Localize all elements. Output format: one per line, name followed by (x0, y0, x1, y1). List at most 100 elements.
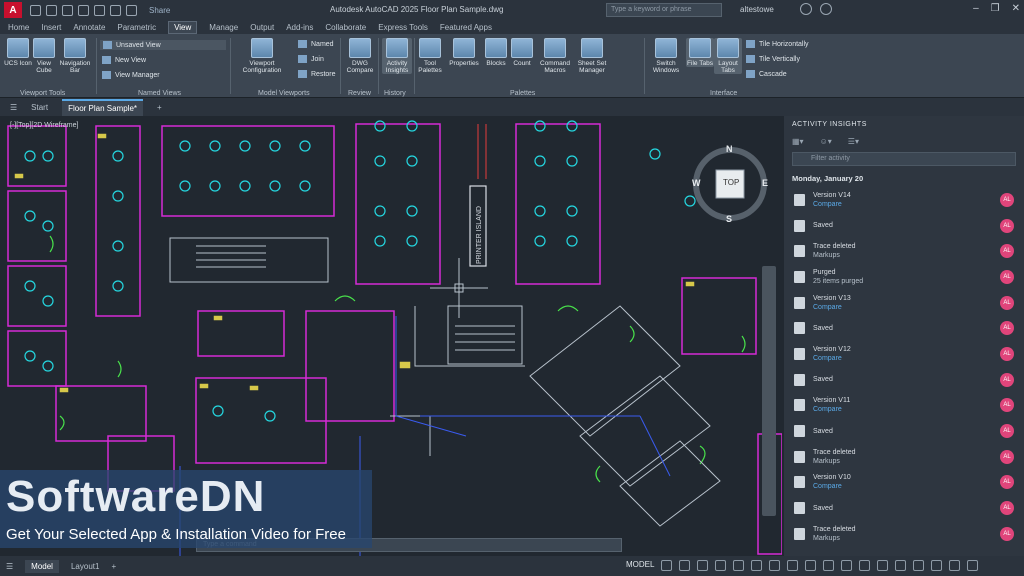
tile-vertically-button[interactable]: Tile Vertically (746, 55, 800, 63)
save-icon[interactable] (62, 4, 73, 16)
view-cube-top-label[interactable]: TOP (723, 178, 739, 187)
activity-insights-button[interactable]: Activity Insights (382, 38, 412, 74)
ribbon-tab-featured-apps[interactable]: Featured Apps (440, 23, 492, 32)
ribbon-tab-express-tools[interactable]: Express Tools (378, 23, 428, 32)
help-icon[interactable] (820, 3, 832, 15)
activity-entry[interactable]: Saved AL (784, 367, 1024, 393)
join-viewports-button[interactable]: Join (298, 55, 324, 63)
compass-east[interactable]: E (762, 178, 768, 188)
ribbon-tab-view[interactable]: View (168, 20, 198, 34)
add-layout-button[interactable]: + (111, 562, 116, 571)
minimize-icon[interactable]: – (973, 3, 979, 14)
ribbon-tab-output[interactable]: Output (250, 23, 274, 32)
activity-entry[interactable]: Trace deleted Markups AL (784, 521, 1024, 547)
list-view-icon[interactable]: ☰▾ (848, 137, 859, 146)
activity-entry[interactable]: Saved AL (784, 418, 1024, 444)
activity-subtitle[interactable]: Compare (813, 405, 850, 414)
activity-subtitle[interactable]: Compare (813, 303, 851, 312)
named-viewports-button[interactable]: Named (298, 40, 334, 48)
transparency-icon[interactable] (787, 560, 799, 571)
user-avatar[interactable]: AL (1000, 321, 1014, 336)
navigation-bar-button[interactable]: Navigation Bar (58, 38, 92, 74)
tab-layout1[interactable]: Layout1 (71, 562, 99, 571)
ribbon-tab-collaborate[interactable]: Collaborate (325, 23, 366, 32)
viewport-label[interactable]: [-][Top][2D Wireframe] (10, 122, 78, 129)
clean-screen-icon[interactable] (949, 560, 961, 571)
redo-icon[interactable] (126, 4, 137, 16)
ribbon-tab-parametric[interactable]: Parametric (117, 23, 156, 32)
open-file-icon[interactable] (46, 4, 57, 16)
activity-subtitle[interactable]: Compare (813, 354, 851, 363)
grid-icon[interactable] (661, 560, 673, 571)
restore-icon[interactable]: ❐ (991, 3, 1000, 14)
tab-floor-plan[interactable]: Floor Plan Sample* (62, 98, 143, 116)
ribbon-tab-annotate[interactable]: Annotate (73, 23, 105, 32)
user-avatar[interactable]: AL (1000, 269, 1014, 284)
isolate-objects-icon[interactable] (913, 560, 925, 571)
print-icon[interactable] (94, 4, 105, 16)
compass-west[interactable]: W (692, 178, 701, 188)
compass-north[interactable]: N (726, 144, 733, 154)
activity-entry[interactable]: Trace deleted Markups AL (784, 238, 1024, 264)
user-avatar[interactable]: AL (1000, 295, 1014, 310)
named-view-dropdown[interactable]: Unsaved View (100, 40, 226, 50)
user-avatar[interactable]: AL (1000, 218, 1014, 233)
activity-entry[interactable]: Trace deleted Markups AL (784, 444, 1024, 470)
selection-cycling-icon[interactable] (805, 560, 817, 571)
view-manager-button[interactable]: View Manager (102, 71, 160, 79)
filter-type-icon[interactable]: ▦▾ (792, 137, 804, 146)
user-avatar[interactable]: AL (1000, 475, 1014, 490)
lineweight-icon[interactable] (769, 560, 781, 571)
user-avatar[interactable]: AL (1000, 526, 1014, 541)
properties-button[interactable]: Properties (448, 38, 480, 67)
activity-subtitle[interactable]: Compare (813, 482, 851, 491)
annotation-monitor-icon[interactable] (859, 560, 871, 571)
activity-entry[interactable]: Version V11 Compare AL (784, 393, 1024, 419)
activity-entry[interactable]: Version V10 Compare AL (784, 470, 1024, 496)
otrack-icon[interactable] (751, 560, 763, 571)
cascade-button[interactable]: Cascade (746, 70, 787, 78)
activity-entry[interactable]: Saved AL (784, 315, 1024, 341)
user-avatar[interactable]: AL (1000, 398, 1014, 413)
activity-entry[interactable]: Version V13 Compare AL (784, 290, 1024, 316)
tool-palettes-button[interactable]: Tool Palettes (416, 38, 444, 74)
workspace-gear-icon[interactable] (841, 560, 853, 571)
activity-entry[interactable]: Version V12 Compare AL (784, 341, 1024, 367)
count-button[interactable]: Count (508, 38, 536, 67)
tab-model[interactable]: Model (25, 559, 59, 573)
dwg-compare-button[interactable]: DWG Compare (344, 38, 376, 74)
polar-icon[interactable] (715, 560, 727, 571)
new-tab-button[interactable]: + (157, 103, 162, 112)
new-file-icon[interactable] (30, 4, 41, 16)
activity-subtitle[interactable]: Compare (813, 200, 851, 209)
ortho-icon[interactable] (697, 560, 709, 571)
activity-entry[interactable]: Purged 25 items purged AL (784, 264, 1024, 290)
ribbon-tab-add-ins[interactable]: Add-ins (286, 23, 313, 32)
osnap-icon[interactable] (733, 560, 745, 571)
quick-properties-icon[interactable] (895, 560, 907, 571)
units-icon[interactable] (877, 560, 889, 571)
switch-windows-button[interactable]: Switch Windows (650, 38, 682, 74)
ribbon-tab-manage[interactable]: Manage (209, 23, 238, 32)
new-view-button[interactable]: New View (102, 56, 146, 64)
command-macros-button[interactable]: Command Macros (536, 38, 574, 74)
vertical-scrollbar[interactable] (762, 266, 776, 516)
restore-viewports-button[interactable]: Restore (298, 70, 336, 78)
activity-entry[interactable]: Version V14 Compare AL (784, 187, 1024, 213)
sheet-set-manager-button[interactable]: Sheet Set Manager (576, 38, 608, 74)
activity-entry[interactable]: Saved AL (784, 213, 1024, 239)
user-avatar[interactable]: AL (1000, 244, 1014, 259)
autocad-logo[interactable]: A (4, 2, 22, 18)
ribbon-tab-home[interactable]: Home (8, 23, 29, 32)
menu-icon[interactable]: ☰ (10, 103, 17, 112)
user-avatar[interactable]: AL (1000, 449, 1014, 464)
user-avatar[interactable]: AL (1000, 346, 1014, 361)
user-account[interactable]: altestowe (740, 5, 774, 14)
menu-icon[interactable]: ☰ (6, 562, 13, 571)
cart-icon[interactable] (800, 3, 812, 15)
viewport-configuration-button[interactable]: Viewport Configuration (236, 38, 288, 74)
user-avatar[interactable]: AL (1000, 372, 1014, 387)
view-cube-button[interactable]: View Cube (30, 38, 58, 74)
save-as-icon[interactable] (78, 4, 89, 16)
layout-tabs-button[interactable]: Layout Tabs (714, 38, 742, 74)
